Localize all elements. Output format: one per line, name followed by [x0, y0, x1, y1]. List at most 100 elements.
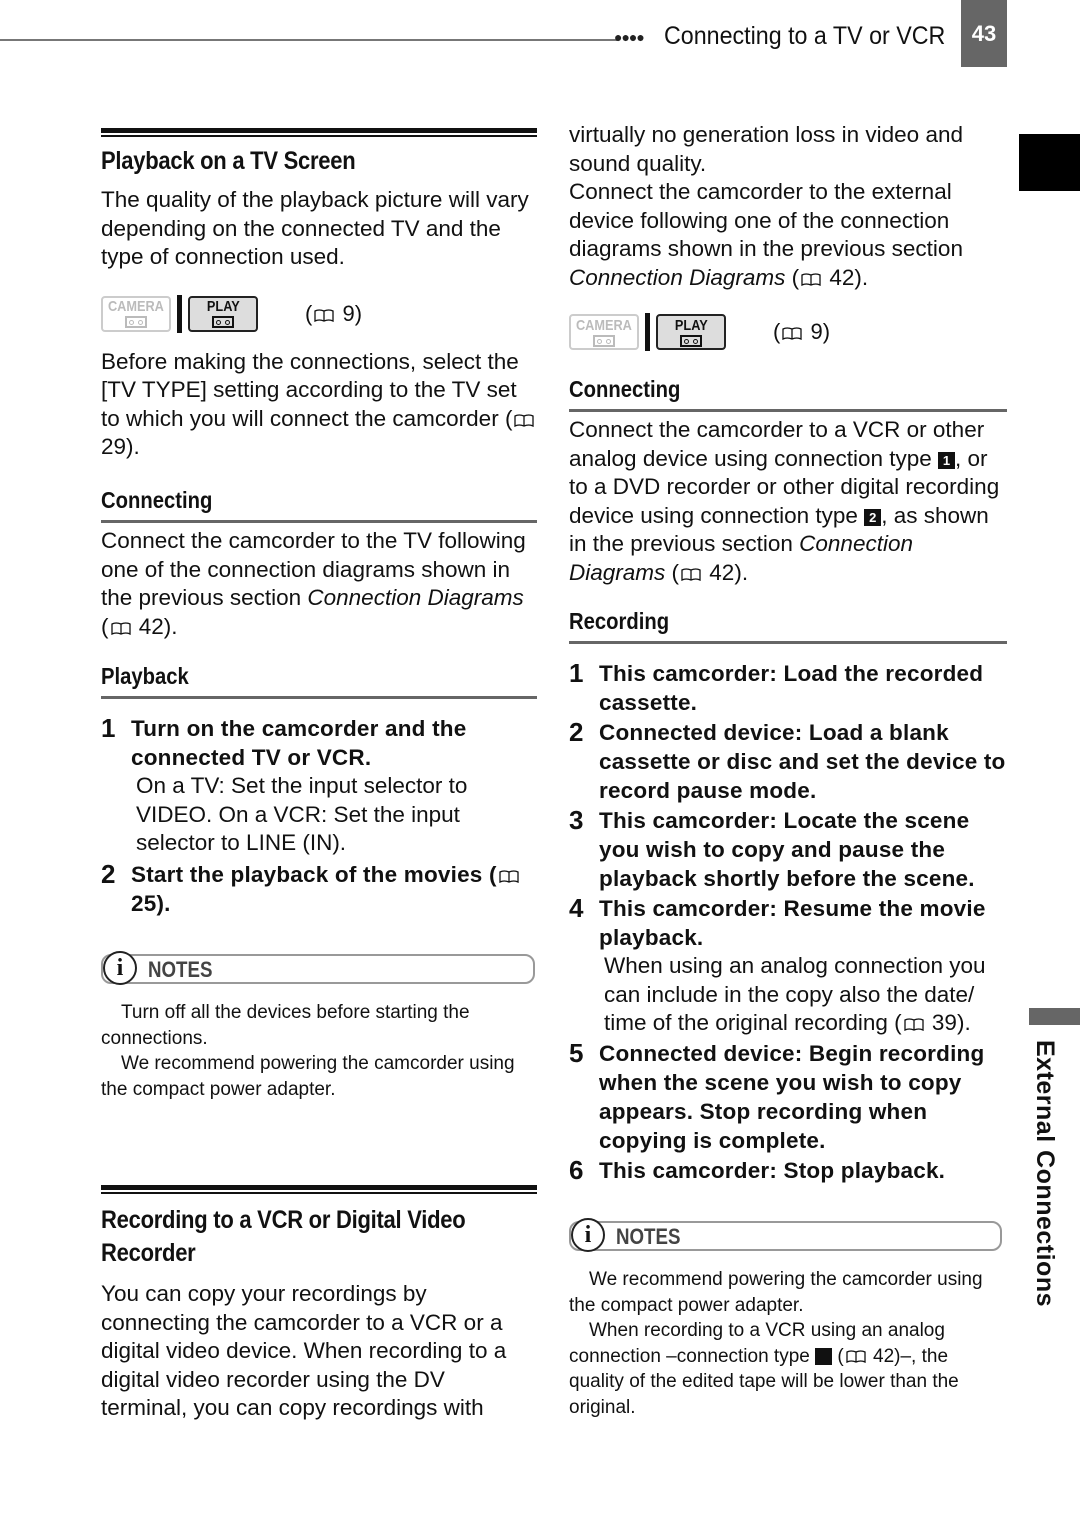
step-number: 6 [569, 1154, 584, 1185]
step-item: 3 This camcorder: Locate the scene you w… [569, 806, 1007, 893]
subsection-title: Connecting [101, 487, 213, 513]
notes-right: i NOTES We recommend powering the camcor… [569, 1218, 1002, 1420]
tv-type-paragraph: Before making the connections, select th… [101, 348, 537, 462]
notes-left: i NOTES Turn off all the devices before … [101, 951, 535, 1102]
section-recording: Recording 1 This camcorder: Load the rec… [569, 608, 1007, 1185]
step-item: 2 Connected device: Load a blank cassett… [569, 718, 1007, 805]
step-number: 2 [569, 717, 584, 747]
connection-type-badge: 1 [938, 451, 956, 469]
step-number: 2 [101, 858, 116, 889]
step-item: 1 This camcorder: Load the recorded cass… [569, 659, 1007, 717]
intro-paragraph: You can copy your recordings by connecti… [101, 1281, 507, 1420]
book-icon [782, 327, 802, 340]
note-item: When recording to a VCR using an analog … [569, 1320, 959, 1418]
step-text: This camcorder: Locate the scene you wis… [599, 808, 975, 891]
section-recording-vcr: Recording to a VCR or Digital Video Reco… [101, 1185, 537, 1423]
cassette-icon [212, 316, 234, 328]
cassette-icon [680, 334, 702, 347]
step-text: Start the playback of the movies ( 25). [131, 860, 537, 918]
note-item: We recommend powering the camcorder usin… [101, 1053, 515, 1100]
connection-type-badge: 1 [815, 1347, 842, 1365]
section-playback-tv: Playback on a TV Screen The quality of t… [101, 128, 537, 462]
chapter-label: External Connections [1031, 1040, 1059, 1307]
subsection-title: Connecting [569, 376, 681, 402]
book-icon [314, 308, 334, 322]
step-number: 4 [569, 893, 584, 923]
page-reference: ( 9) [305, 300, 363, 326]
recording-intro-cont: virtually no generation loss in video an… [569, 121, 1009, 352]
connection-diagrams-link[interactable]: Connection Diagrams [569, 265, 785, 290]
book-icon [846, 1349, 866, 1363]
book-icon [681, 567, 701, 581]
step-text: This camcorder: Stop playback. [599, 1157, 946, 1183]
mode-indicator: CAMERA PLAY ( 9) [569, 312, 1009, 352]
chapter-tab [1029, 1008, 1080, 1025]
intro-paragraph: The quality of the playback picture will… [101, 187, 529, 269]
subsection-rule [569, 641, 1007, 644]
header-rule [0, 39, 618, 41]
note-item: We recommend powering the camcorder usin… [569, 1269, 983, 1316]
note-item: Turn off all the devices before starting… [101, 1002, 470, 1049]
play-mode-badge: PLAY [656, 314, 726, 350]
section-connecting-tv: Connecting Connect the camcorder to the … [101, 487, 537, 641]
connect-paragraph: Connect the camcorder to the external de… [569, 179, 963, 290]
subsection-title: Playback [101, 663, 189, 689]
book-icon [801, 272, 821, 286]
step-number: 1 [101, 713, 116, 743]
step-item: 5 Connected device: Begin recording when… [569, 1037, 1007, 1155]
section-rule [101, 1185, 537, 1199]
section-playback: Playback 1 Turn on the camcorder and the… [101, 663, 537, 918]
camera-mode-badge: CAMERA [101, 295, 171, 332]
book-icon [499, 869, 519, 883]
cassette-icon [593, 334, 615, 347]
step-item: 4 This camcorder: Resume the movie playb… [569, 894, 1007, 1038]
notes-header: i NOTES [101, 951, 535, 985]
header-dots: ●●●● [614, 29, 645, 45]
section-title: Playback on a TV Screen [101, 147, 356, 175]
page-reference: ( 9) [773, 319, 831, 344]
step-detail: When using an analog connection you can … [604, 953, 986, 1035]
step-text: Turn on the camcorder and the connected … [131, 716, 467, 770]
step-list: 1 This camcorder: Load the recorded cass… [569, 659, 1007, 1185]
notes-header: i NOTES [569, 1218, 1002, 1252]
connecting-paragraph: Connect the camcorder to the TV followin… [101, 528, 526, 639]
book-icon [514, 413, 535, 427]
connection-type-badge: 2 [864, 508, 882, 526]
running-title: Connecting to a TV or VCR [664, 22, 946, 50]
step-number: 5 [569, 1037, 584, 1068]
mode-indicator: CAMERA PLAY ( 9) [101, 294, 537, 334]
book-icon [110, 621, 131, 635]
chapter-marker [1019, 134, 1080, 191]
subsection-title: Recording [569, 608, 670, 634]
camera-mode-badge: CAMERA [569, 314, 639, 350]
cassette-icon [125, 316, 147, 328]
step-text: This camcorder: Resume the movie playbac… [599, 896, 986, 950]
notes-body: We recommend powering the camcorder usin… [569, 1267, 1002, 1420]
step-text: Connected device: Load a blank cassette … [599, 720, 1006, 803]
play-mode-badge: PLAY [188, 295, 258, 332]
connecting-paragraph: Connect the camcorder to a VCR or other … [569, 417, 1000, 585]
subsection-rule [569, 409, 1007, 412]
section-rule [101, 128, 537, 142]
section-connecting-vcr: Connecting Connect the camcorder to a VC… [569, 376, 1007, 587]
notes-body: Turn off all the devices before starting… [101, 1000, 535, 1102]
subsection-rule [101, 520, 537, 523]
step-detail: On a TV: Set the input selector to VIDEO… [136, 773, 468, 855]
page-number: 43 [961, 0, 1007, 67]
step-item: 6 This camcorder: Stop playback. [569, 1154, 1007, 1185]
notes-label: NOTES [148, 957, 213, 982]
info-icon: i [571, 1218, 605, 1252]
info-icon: i [103, 951, 137, 985]
book-icon [904, 1018, 924, 1031]
step-number: 3 [569, 805, 584, 835]
section-title: Recording to a VCR or Digital Video Reco… [101, 1206, 466, 1267]
step-number: 1 [569, 658, 584, 688]
step-list: 1 Turn on the camcorder and the connecte… [101, 714, 537, 918]
step-item: 2 Start the playback of the movies ( 25)… [101, 858, 537, 918]
mode-separator [645, 313, 650, 351]
mode-separator [177, 294, 182, 333]
step-text: This camcorder: Load the recorded casset… [599, 661, 984, 715]
step-item: 1 Turn on the camcorder and the connecte… [101, 714, 537, 858]
connection-diagrams-link[interactable]: Connection Diagrams [307, 585, 523, 610]
subsection-rule [101, 696, 537, 699]
